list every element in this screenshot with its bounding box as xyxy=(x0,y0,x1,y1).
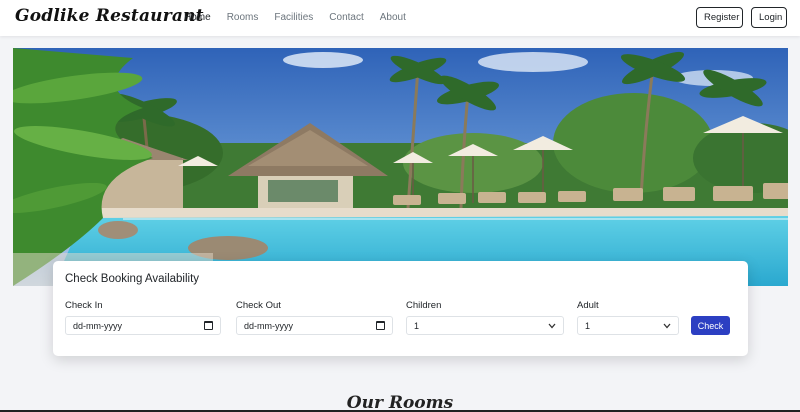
check-out-input[interactable]: dd-mm-yyyy xyxy=(236,316,393,335)
calendar-icon[interactable] xyxy=(376,321,385,330)
chevron-down-icon xyxy=(663,323,671,328)
nav-link-contact[interactable]: Contact xyxy=(329,12,363,23)
check-in-value: dd-mm-yyyy xyxy=(73,320,122,331)
children-value: 1 xyxy=(414,320,420,331)
calendar-icon[interactable] xyxy=(204,321,213,330)
nav-link-facilities[interactable]: Facilities xyxy=(274,12,313,23)
register-button[interactable]: Register xyxy=(696,7,743,28)
nav-link-home[interactable]: Home xyxy=(184,12,211,23)
children-label: Children xyxy=(406,300,442,311)
booking-title: Check Booking Availability xyxy=(65,273,200,285)
check-button[interactable]: Check xyxy=(691,316,730,335)
check-out-value: dd-mm-yyyy xyxy=(244,320,293,331)
children-select[interactable]: 1 xyxy=(406,316,564,335)
hero-image xyxy=(13,48,788,286)
nav-link-rooms[interactable]: Rooms xyxy=(227,12,259,23)
nav-link-about[interactable]: About xyxy=(380,12,406,23)
nav-links: Home Rooms Facilities Contact About xyxy=(184,12,422,23)
adult-value: 1 xyxy=(585,320,591,331)
booking-card: Check Booking Availability Check In dd-m… xyxy=(53,261,748,356)
adult-select[interactable]: 1 xyxy=(577,316,679,335)
login-button[interactable]: Login xyxy=(751,7,787,28)
check-in-label: Check In xyxy=(65,300,103,311)
check-in-input[interactable]: dd-mm-yyyy xyxy=(65,316,221,335)
adult-label: Adult xyxy=(577,300,599,311)
check-out-label: Check Out xyxy=(236,300,281,311)
navbar: Godlike Restaurant Home Rooms Facilities… xyxy=(0,0,800,36)
brand-logo[interactable]: Godlike Restaurant xyxy=(15,6,204,26)
chevron-down-icon xyxy=(548,323,556,328)
